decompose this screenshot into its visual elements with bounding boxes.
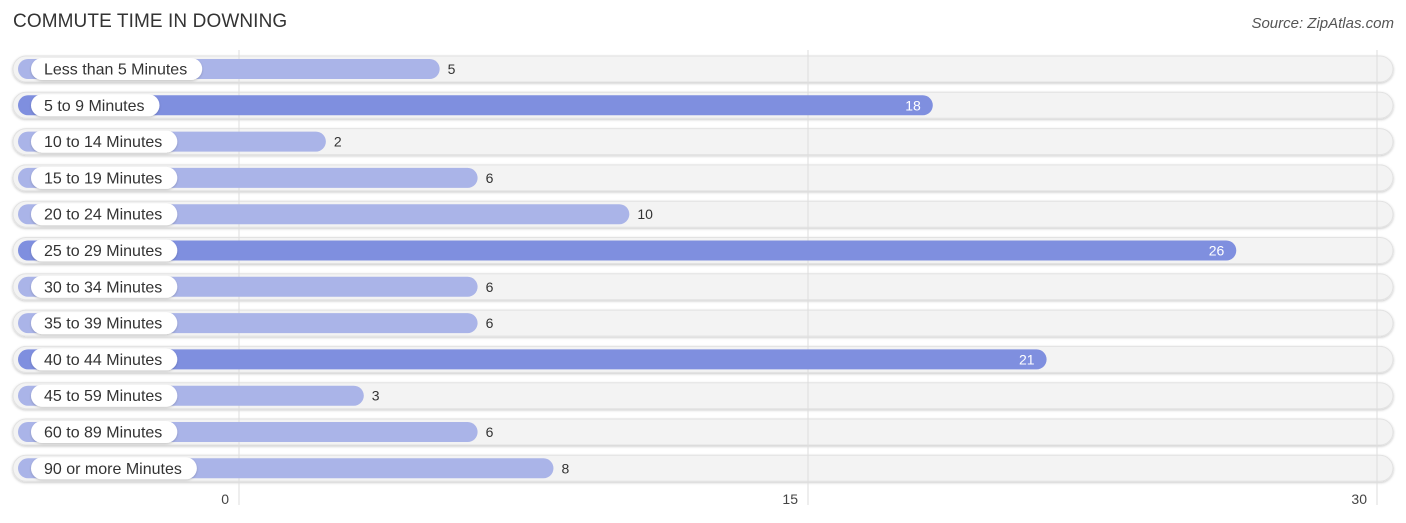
value-label: 8 [561, 460, 569, 476]
x-tick-label: 0 [221, 491, 229, 507]
value-label: 26 [1209, 243, 1225, 259]
bar-group: 5 to 9 Minutes 18 [18, 94, 933, 117]
category-label: 10 to 14 Minutes [44, 134, 162, 151]
bar-group: 15 to 19 Minutes 6 [18, 166, 494, 189]
category-label: 90 or more Minutes [44, 461, 182, 478]
category-label: 45 to 59 Minutes [44, 388, 162, 405]
value-label: 3 [372, 388, 380, 404]
value-label: 6 [486, 170, 494, 186]
value-label: 18 [905, 97, 921, 113]
category-label: 40 to 44 Minutes [44, 352, 162, 369]
bar-group: 90 or more Minutes 8 [18, 457, 569, 480]
category-label: 60 to 89 Minutes [44, 425, 162, 442]
bar-group: 10 to 14 Minutes 2 [18, 130, 342, 153]
category-label: 20 to 24 Minutes [44, 207, 162, 224]
bar-group: 30 to 34 Minutes 6 [18, 275, 494, 298]
bar-group: Less than 5 Minutes 5 [18, 58, 456, 80]
x-tick-label: 30 [1351, 491, 1367, 507]
category-label: 5 to 9 Minutes [44, 98, 145, 115]
value-label: 10 [637, 206, 653, 222]
category-label: 25 to 29 Minutes [44, 243, 162, 260]
bar-group: 35 to 39 Minutes 6 [18, 312, 494, 335]
x-tick-label: 15 [782, 491, 798, 507]
category-label: 35 to 39 Minutes [44, 316, 162, 333]
bar-chart: Less than 5 Minutes 5 5 to 9 Minutes 18 10 t… [12, 50, 1394, 507]
bar-group: 40 to 44 Minutes 21 [18, 348, 1047, 371]
value-label: 21 [1019, 351, 1035, 367]
category-label: 15 to 19 Minutes [44, 170, 162, 187]
value-label: 2 [334, 134, 342, 150]
bar-group: 20 to 24 Minutes 10 [18, 203, 653, 226]
value-label: 6 [486, 279, 494, 295]
category-label: Less than 5 Minutes [44, 62, 187, 79]
value-label: 5 [448, 61, 456, 77]
category-label: 30 to 34 Minutes [44, 279, 162, 296]
bar-group: 60 to 89 Minutes 6 [18, 421, 494, 443]
bar [18, 240, 1237, 261]
value-label: 6 [486, 315, 494, 331]
value-label: 6 [486, 424, 494, 440]
bar-group: 25 to 29 Minutes 26 [18, 239, 1237, 262]
bar-group: 45 to 59 Minutes 3 [18, 384, 380, 407]
